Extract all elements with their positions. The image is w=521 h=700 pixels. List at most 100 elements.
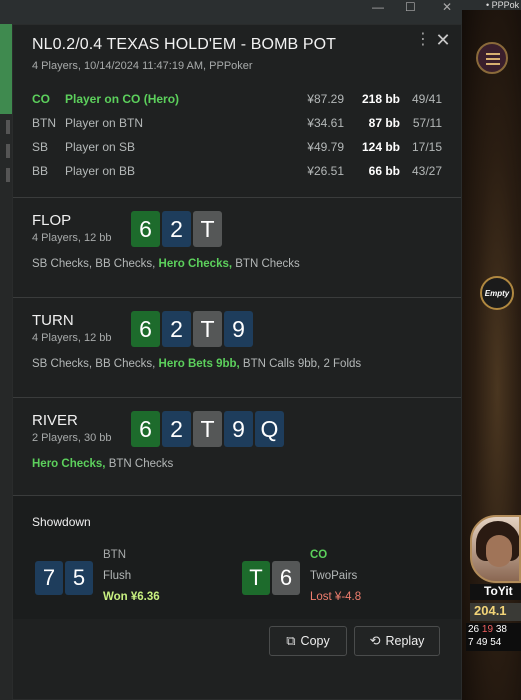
action-text: SB Checks, BB Checks,: [32, 258, 159, 270]
showdown-result: Lost ¥-4.8: [310, 591, 362, 603]
hand-header: NL0.2/0.4 TEXAS HOLD'EM - BOMB POT 4 Pla…: [13, 25, 461, 197]
player-stat: 57/11: [412, 116, 442, 130]
panel-footer: ⧉ Copy ⟲ Replay: [13, 619, 461, 699]
player-row-bb: BB Player on BB ¥26.51 66 bb 43/27: [32, 160, 442, 184]
close-icon[interactable]: ✕: [433, 29, 453, 51]
player-position: BB: [32, 164, 49, 178]
street-actions: Hero Checks, BTN Checks: [32, 458, 442, 470]
minimize-icon[interactable]: —: [372, 0, 384, 14]
app-titlebar: — ☐ ✕ • PPPok: [0, 0, 521, 24]
card: 9: [224, 311, 253, 347]
window-close-icon[interactable]: ✕: [442, 0, 452, 14]
player-name: Player on BB: [65, 164, 136, 178]
street-actions: SB Checks, BB Checks, Hero Bets 9bb, BTN…: [32, 358, 442, 370]
player-name: Player on CO (Hero): [65, 92, 180, 106]
player-avatar[interactable]: [470, 515, 521, 583]
player-money: ¥34.61: [307, 116, 344, 130]
player-bb: 87 bb: [368, 116, 400, 130]
street-info: 4 Players, 12 bb: [32, 232, 112, 244]
seat-stat: 49: [476, 637, 488, 648]
seat-player-name: ToYit: [470, 584, 521, 600]
app-brand: • PPPok: [486, 0, 521, 10]
street-turn: TURN 4 Players, 12 bb 6 2 T 9 SB Checks,…: [13, 297, 461, 397]
card: 6: [131, 411, 160, 447]
replay-button[interactable]: ⟲ Replay: [354, 626, 440, 656]
player-position: CO: [32, 92, 50, 106]
card: 6: [131, 311, 160, 347]
brand-dot-icon: •: [486, 0, 490, 10]
hand-subtitle: 4 Players, 10/14/2024 11:47:19 AM, PPPok…: [32, 60, 253, 72]
showdown-hand-name: Flush: [103, 570, 132, 582]
maximize-icon[interactable]: ☐: [405, 0, 416, 14]
player-stat: 43/27: [411, 164, 442, 178]
action-text: BTN Checks: [232, 258, 300, 270]
more-vertical-icon[interactable]: ⋮: [415, 29, 431, 51]
player-bb: 66 bb: [368, 164, 400, 178]
hamburger-menu-icon[interactable]: [476, 42, 508, 74]
card: T: [193, 311, 222, 347]
copy-button[interactable]: ⧉ Copy: [269, 626, 347, 656]
player-row-btn: BTN Player on BTN ¥34.61 87 bb 57/11: [32, 112, 442, 136]
player-money: ¥87.29: [307, 92, 344, 106]
player-position: BTN: [32, 116, 56, 130]
seat-stat: 19: [481, 624, 494, 635]
player-money: ¥49.79: [307, 140, 344, 154]
card: T: [193, 411, 222, 447]
player-name: Player on SB: [65, 140, 136, 154]
seat-stat: 26: [468, 624, 480, 635]
board-cards: 6 2 T 9 Q: [131, 411, 284, 447]
copy-label: Copy: [300, 634, 330, 648]
hero-action: Hero Bets 9bb,: [158, 358, 240, 370]
player-stat: 17/15: [411, 140, 442, 154]
showdown-hand-name: TwoPairs: [310, 570, 358, 582]
replay-icon: ⟲: [369, 633, 381, 648]
card: T: [242, 561, 270, 595]
card: 2: [162, 311, 191, 347]
player-position: SB: [32, 140, 49, 154]
player-name: Player on BTN: [65, 116, 144, 130]
showdown-result: Won ¥6.36: [103, 591, 160, 603]
card: 5: [65, 561, 93, 595]
seat-stat: 54: [490, 637, 502, 648]
card: Q: [255, 411, 284, 447]
card: T: [193, 211, 222, 247]
card: 9: [224, 411, 253, 447]
hand-history-panel: ⋮ ✕ NL0.2/0.4 TEXAS HOLD'EM - BOMB POT 4…: [12, 24, 462, 700]
action-text: BTN Calls 9bb, 2 Folds: [239, 358, 362, 370]
hand-title: NL0.2/0.4 TEXAS HOLD'EM - BOMB POT: [32, 36, 337, 53]
seat-player-stack: 204.1: [470, 603, 521, 621]
street-flop: FLOP 4 Players, 12 bb 6 2 T SB Checks, B…: [13, 197, 461, 297]
player-row-co: CO Player on CO (Hero) ¥87.29 218 bb 49/…: [32, 88, 442, 112]
card: 2: [162, 411, 191, 447]
showdown-player: BTN: [103, 549, 126, 561]
showdown-title: Showdown: [32, 515, 91, 529]
hero-action: Hero Checks,: [32, 458, 106, 470]
hole-cards: 7 5: [35, 561, 93, 595]
seat-stat: 38: [495, 624, 507, 635]
empty-seat[interactable]: Empty: [480, 276, 514, 310]
hero-action: Hero Checks,: [158, 258, 233, 270]
board-cards: 6 2 T: [131, 211, 222, 247]
player-bb: 218 bb: [361, 92, 400, 106]
street-river: RIVER 2 Players, 30 bb 6 2 T 9 Q Hero Ch…: [13, 397, 461, 497]
seat-stat: 7: [468, 637, 474, 648]
card: 7: [35, 561, 63, 595]
showdown-player: CO: [310, 549, 328, 561]
players-list: CO Player on CO (Hero) ¥87.29 218 bb 49/…: [32, 88, 442, 184]
player-row-sb: SB Player on SB ¥49.79 124 bb 17/15: [32, 136, 442, 160]
street-name: FLOP: [32, 212, 72, 229]
empty-seat-label: Empty: [484, 288, 510, 298]
card: 2: [162, 211, 191, 247]
card: 6: [131, 211, 160, 247]
action-text: BTN Checks: [105, 458, 174, 470]
street-actions: SB Checks, BB Checks, Hero Checks, BTN C…: [32, 258, 442, 270]
seat-player-stats: 26 19 38 7 49 54: [466, 623, 521, 651]
replay-label: Replay: [385, 634, 425, 648]
card: 6: [272, 561, 300, 595]
player-stat: 49/41: [411, 92, 442, 106]
player-bb: 124 bb: [361, 140, 400, 154]
brand-label: PPPok: [491, 0, 520, 10]
hole-cards: T 6: [242, 561, 300, 595]
board-cards: 6 2 T 9: [131, 311, 253, 347]
action-text: SB Checks, BB Checks,: [32, 358, 159, 370]
